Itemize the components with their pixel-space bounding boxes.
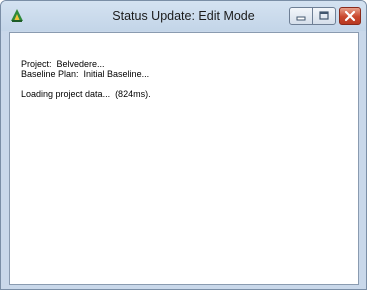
loading-line: Loading project data... (824ms). (21, 89, 151, 99)
app-icon[interactable] (9, 7, 25, 23)
status-log: Project: Belvedere... Baseline Plan: Ini… (21, 59, 151, 99)
minimize-button[interactable] (289, 7, 313, 25)
close-button[interactable] (339, 7, 361, 25)
status-log-area[interactable]: Project: Belvedere... Baseline Plan: Ini… (9, 32, 359, 285)
project-line: Project: Belvedere... (21, 59, 105, 69)
status-update-window: Status Update: Edit Mode Project: Belved… (0, 0, 367, 290)
baseline-line: Baseline Plan: Initial Baseline... (21, 69, 150, 79)
log-spacer (21, 79, 151, 89)
close-icon (344, 10, 356, 22)
maximize-icon (319, 11, 329, 20)
title-bar[interactable]: Status Update: Edit Mode (1, 1, 366, 31)
minimize-icon (296, 16, 306, 21)
maximize-button[interactable] (312, 7, 336, 25)
